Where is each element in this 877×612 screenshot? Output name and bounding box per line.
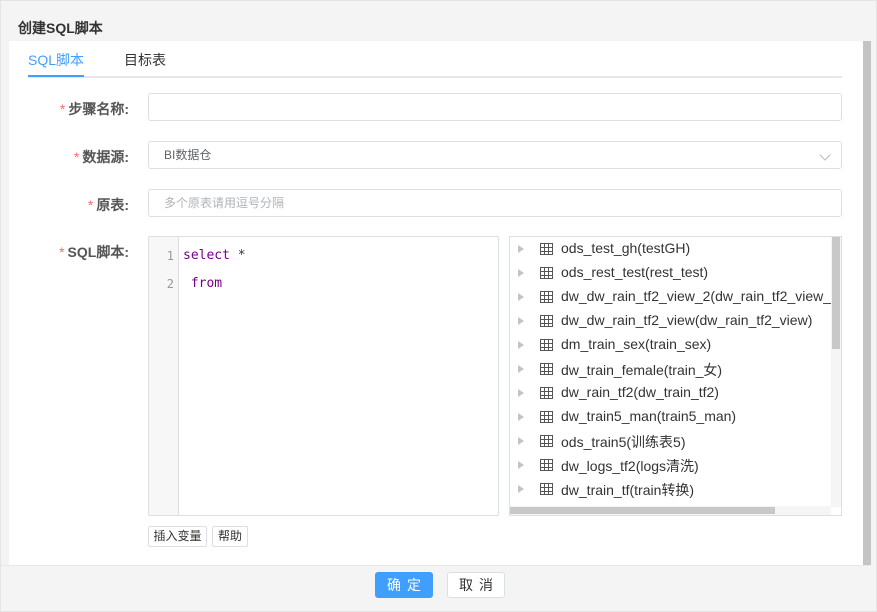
expand-caret-icon[interactable] — [518, 245, 524, 253]
sql-keyword: from — [183, 276, 223, 291]
expand-caret-icon[interactable] — [518, 365, 524, 373]
table-icon — [540, 267, 553, 279]
table-icon — [540, 291, 553, 303]
table-icon — [540, 483, 553, 495]
table-icon — [540, 435, 553, 447]
chevron-down-icon — [819, 149, 831, 161]
sql-keyword: select — [183, 248, 230, 263]
create-sql-script-dialog: 创建SQL脚本 SQL脚本 目标表 * 步骤名称: * 数据源: BI数据仓 * 原表… — [0, 0, 877, 612]
step-name-input[interactable] — [148, 93, 842, 121]
sql-script-label: * SQL脚本: — [59, 244, 129, 260]
tree-node[interactable]: ods_train5(训练表5) — [510, 429, 831, 453]
scrollbar-thumb[interactable] — [832, 237, 840, 349]
tree-node-label: ods_test_gh(testGH) — [561, 240, 691, 256]
tab-target-table[interactable]: 目标表 — [124, 50, 166, 70]
expand-caret-icon[interactable] — [518, 269, 524, 277]
tree-node[interactable]: dw_dw_rain_tf2_view_2(dw_rain_tf2_view_ — [510, 285, 831, 309]
tree-node-label: ods_rest_test(rest_test) — [561, 264, 709, 280]
tab-sql-script[interactable]: SQL脚本 — [28, 50, 84, 70]
confirm-button[interactable]: 确定 — [375, 572, 433, 598]
dialog-vertical-scrollbar[interactable] — [863, 41, 871, 565]
expand-caret-icon[interactable] — [518, 437, 524, 445]
tree-node[interactable]: ods_rest_test(rest_test) — [510, 261, 831, 285]
dialog-header: 创建SQL脚本 — [1, 9, 871, 41]
expand-caret-icon[interactable] — [518, 389, 524, 397]
table-icon — [540, 243, 553, 255]
code-line[interactable]: from — [183, 276, 222, 291]
tree-node[interactable]: dw_train5_man(train5_man) — [510, 405, 831, 429]
datasource-value: BI数据仓 — [164, 148, 212, 162]
code-text: * — [229, 248, 246, 263]
tree-node[interactable]: dm_train_sex(train_sex) — [510, 333, 831, 357]
tree-node[interactable]: ods_test_gh(testGH) — [510, 237, 831, 261]
active-tab-indicator — [28, 75, 84, 77]
code-line[interactable]: select * — [183, 248, 246, 263]
table-icon — [540, 411, 553, 423]
required-mark: * — [87, 197, 94, 213]
tree-node[interactable]: dw_train_female(train_女) — [510, 357, 831, 381]
required-mark: * — [59, 244, 65, 260]
line-number: 1 — [166, 249, 174, 263]
line-number-gutter: 1 2 — [149, 237, 179, 515]
table-icon — [540, 363, 553, 375]
tree-node-label: dw_train_female(train_女) — [561, 362, 723, 378]
required-mark: * — [73, 149, 80, 165]
source-table-input[interactable]: 多个原表请用逗号分隔 — [148, 189, 842, 217]
tree-node-label: dm_train_sex(train_sex) — [561, 336, 712, 352]
table-tree: ods_test_gh(testGH) ods_rest_test(rest_t… — [509, 236, 842, 516]
cancel-button[interactable]: 取消 — [447, 572, 505, 598]
scrollbar-thumb[interactable] — [863, 41, 871, 565]
expand-caret-icon[interactable] — [518, 341, 524, 349]
datasource-select[interactable]: BI数据仓 — [148, 141, 842, 169]
step-name-label: * 步骤名称: — [59, 101, 129, 117]
dialog-body: SQL脚本 目标表 * 步骤名称: * 数据源: BI数据仓 * 原表: 多个原表请用… — [9, 41, 863, 565]
tree-node[interactable]: dw_rain_tf2(dw_train_tf2) — [510, 381, 831, 405]
tree-node[interactable]: dw_logs_tf2(logs清洗) — [510, 453, 831, 477]
tab-bar: SQL脚本 目标表 — [28, 41, 842, 78]
tree-node[interactable]: dw_dw_rain_tf2_view(dw_rain_tf2_view) — [510, 309, 831, 333]
tree-node-label: dw_dw_rain_tf2_view(dw_rain_tf2_view) — [561, 312, 813, 328]
expand-caret-icon[interactable] — [518, 293, 524, 301]
table-icon — [540, 459, 553, 471]
tree-node-label: dw_rain_tf2(dw_train_tf2) — [561, 384, 719, 400]
tree-horizontal-scrollbar[interactable] — [510, 506, 831, 515]
expand-caret-icon[interactable] — [518, 461, 524, 469]
table-icon — [540, 387, 553, 399]
tree-node-label: dw_train_tf(train转换) — [561, 482, 695, 498]
required-mark: * — [59, 101, 66, 117]
dialog-footer: 确定 取消 — [1, 565, 871, 605]
table-icon — [540, 315, 553, 327]
help-button[interactable]: 帮助 — [212, 526, 248, 547]
tree-node-label: dw_dw_rain_tf2_view_2(dw_rain_tf2_view_ — [561, 288, 832, 304]
insert-variable-button[interactable]: 插入变量 — [148, 526, 207, 547]
line-number: 2 — [166, 277, 174, 291]
tree-node[interactable]: dw_train_tf(train转换) — [510, 477, 831, 501]
dialog-title: 创建SQL脚本 — [18, 20, 103, 36]
scrollbar-thumb[interactable] — [510, 507, 775, 514]
tree-node-label: dw_train5_man(train5_man) — [561, 408, 737, 424]
sql-code-editor[interactable]: 1 2 select * from — [148, 236, 499, 516]
source-table-label: * 原表: — [87, 197, 129, 213]
tree-node-label: ods_train5(训练表5) — [561, 434, 686, 450]
expand-caret-icon[interactable] — [518, 485, 524, 493]
datasource-label: * 数据源: — [73, 149, 129, 165]
tree-node-label: dw_logs_tf2(logs清洗) — [561, 458, 699, 474]
table-icon — [540, 339, 553, 351]
tree-vertical-scrollbar[interactable] — [831, 237, 841, 507]
expand-caret-icon[interactable] — [518, 413, 524, 421]
expand-caret-icon[interactable] — [518, 317, 524, 325]
